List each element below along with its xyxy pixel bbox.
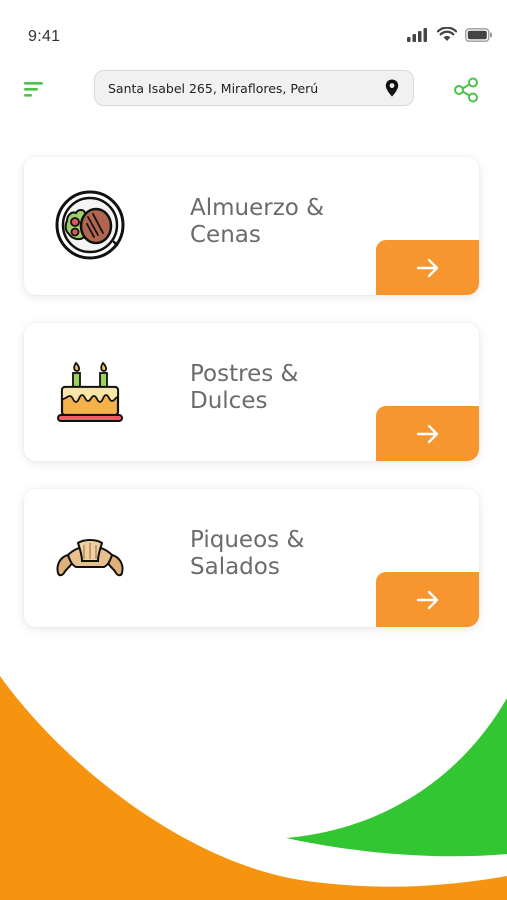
battery-icon [465, 27, 492, 42]
category-go-button[interactable] [376, 572, 479, 627]
category-go-button[interactable] [376, 406, 479, 461]
arrow-right-icon [416, 258, 438, 277]
share-icon [454, 77, 478, 103]
location-pin-icon[interactable] [385, 79, 399, 97]
category-title: Postres & Dulces [190, 361, 299, 414]
background-waves [0, 676, 507, 900]
category-title: Piqueos & Salados [190, 527, 305, 580]
arrow-right-icon [416, 590, 438, 609]
arrow-right-icon [416, 424, 438, 443]
category-title: Almuerzo & Cenas [190, 195, 325, 248]
status-bar: 9:41 [0, 0, 507, 70]
category-go-button[interactable] [376, 240, 479, 295]
status-time: 9:41 [28, 28, 61, 45]
address-text: Santa Isabel 265, Miraflores, Perú [108, 80, 319, 96]
menu-lines-icon [24, 82, 43, 97]
menu-button[interactable] [22, 78, 46, 100]
wifi-icon [437, 27, 457, 41]
category-card-almuerzo[interactable]: Almuerzo & Cenas [24, 157, 479, 295]
share-button[interactable] [452, 76, 480, 104]
croissant-icon [56, 539, 124, 577]
address-bar[interactable]: Santa Isabel 265, Miraflores, Perú [94, 70, 414, 106]
plate-food-icon [55, 190, 125, 260]
header: Santa Isabel 265, Miraflores, Perú [0, 70, 507, 110]
status-icons [407, 27, 493, 42]
category-card-piqueos[interactable]: Piqueos & Salados [24, 489, 479, 627]
category-card-postres[interactable]: Postres & Dulces [24, 323, 479, 461]
birthday-cake-icon [57, 361, 123, 422]
cellular-signal-icon [407, 27, 427, 42]
